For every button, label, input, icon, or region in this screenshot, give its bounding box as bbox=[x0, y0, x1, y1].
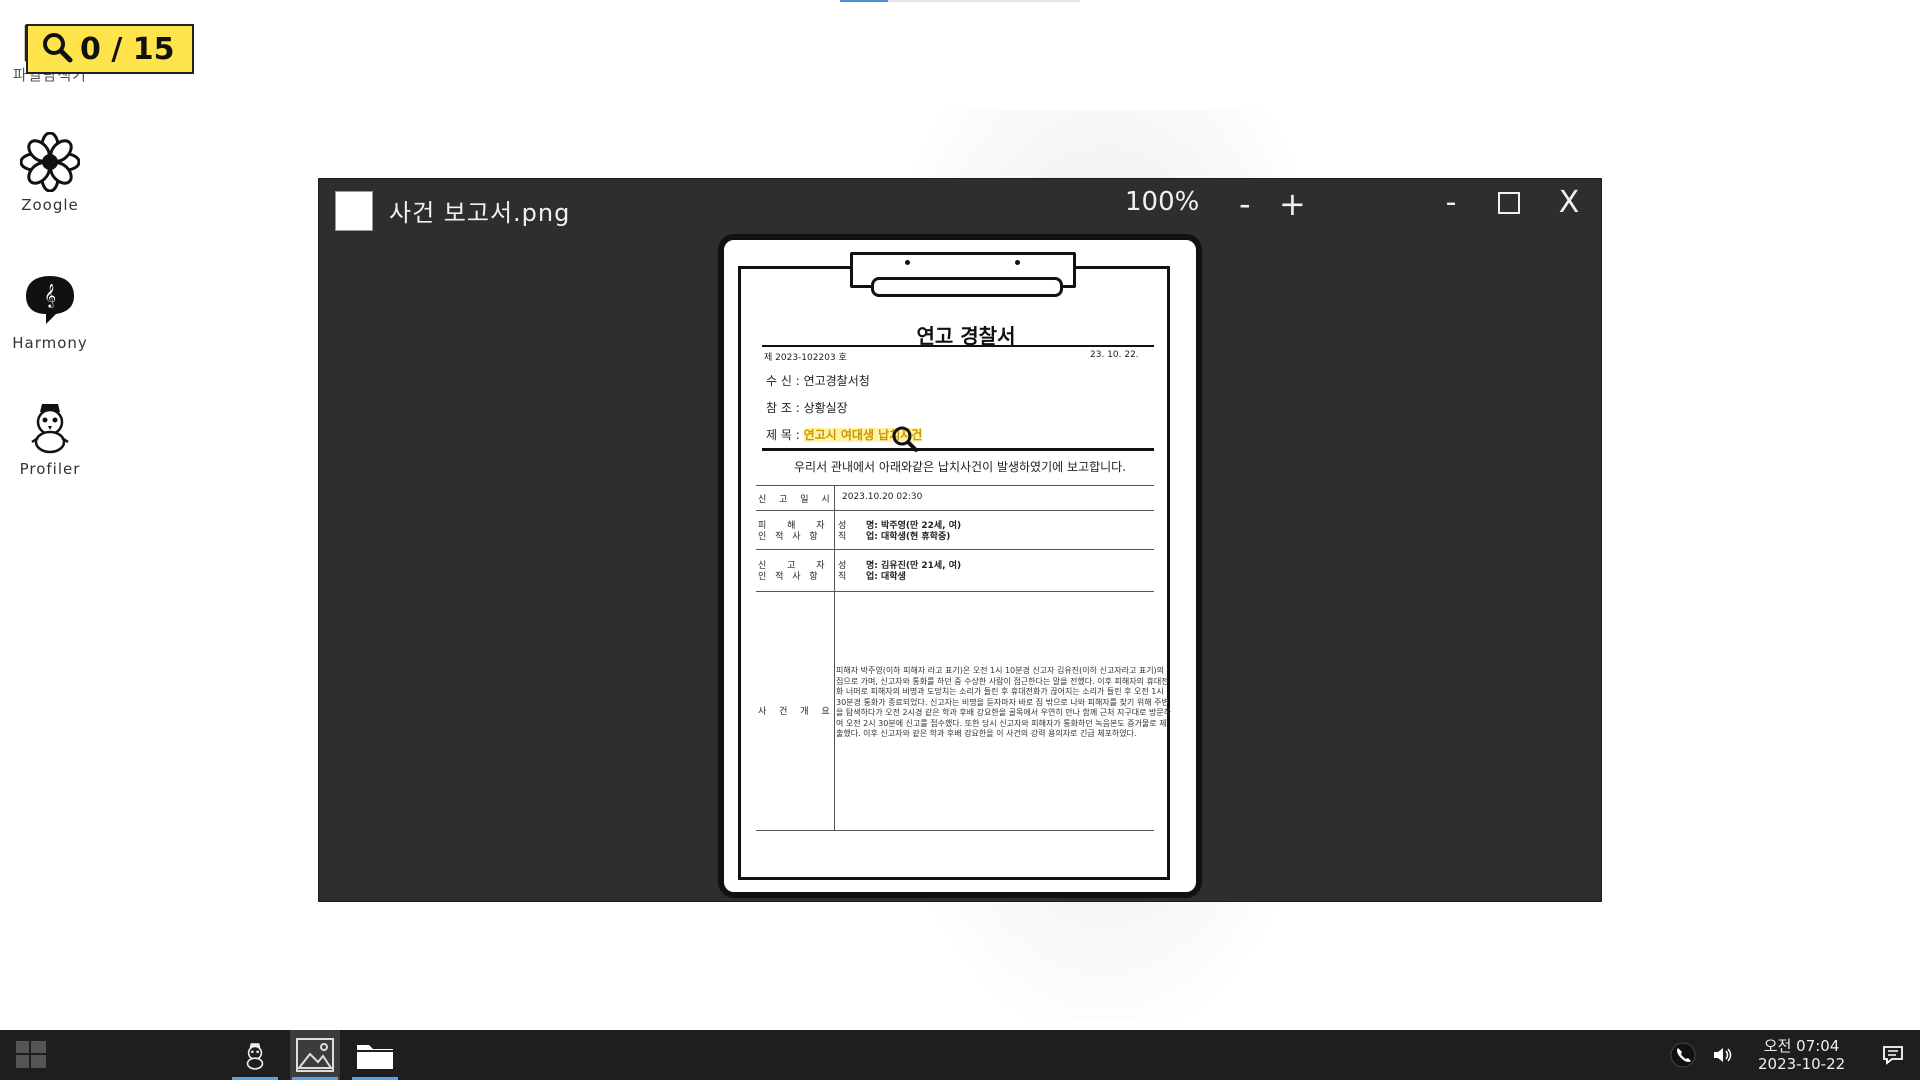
profiler-bird-icon bbox=[20, 396, 80, 456]
clasp-rivet bbox=[1015, 260, 1020, 265]
close-button[interactable]: X bbox=[1549, 183, 1589, 223]
table-border bbox=[756, 591, 1154, 592]
reporter-key: 직 bbox=[838, 572, 847, 582]
taskbar-app-image-viewer[interactable] bbox=[290, 1030, 340, 1080]
table-border bbox=[756, 485, 1154, 486]
clock-time: 오전 07:04 bbox=[1763, 1037, 1840, 1055]
recipient-line: 수 신 : 연고경찰서청 bbox=[766, 374, 870, 388]
taskbar-app-file-explorer[interactable] bbox=[350, 1030, 400, 1080]
summary-text: 피해자 박주영(이하 피해자 라고 표기)은 오전 1시 10분경 신고자 김유… bbox=[836, 666, 1172, 738]
minimize-button[interactable]: - bbox=[1431, 183, 1471, 223]
notification-button[interactable] bbox=[1882, 1030, 1904, 1080]
clock-date: 2023-10-22 bbox=[1758, 1055, 1846, 1073]
table-border bbox=[756, 510, 1154, 511]
notification-icon bbox=[1883, 1046, 1903, 1065]
reference-line: 참 조 : 상황실장 bbox=[766, 401, 848, 415]
document-number: 제 2023-102203 호 bbox=[764, 353, 847, 363]
clipboard-clasp bbox=[850, 252, 1076, 297]
table-border bbox=[756, 830, 1154, 831]
subject-label: 제 목 : bbox=[766, 428, 804, 442]
zoom-out-button[interactable]: - bbox=[1239, 185, 1251, 223]
profiler-bird-icon bbox=[246, 1043, 264, 1070]
harmony-music-icon: 𝄞 bbox=[20, 270, 80, 330]
start-button[interactable] bbox=[6, 1030, 56, 1080]
victim-job: 업: 대학생(현 휴학중) bbox=[866, 532, 951, 542]
desktop-icon-profiler[interactable]: Profiler bbox=[0, 396, 100, 478]
report-time-value: 2023.10.20 02:30 bbox=[842, 492, 923, 502]
title-rule bbox=[762, 345, 1154, 347]
phone-icon bbox=[1670, 1042, 1696, 1068]
viewer-title: 사건 보고서.png bbox=[389, 199, 571, 227]
counter-value: 0 / 15 bbox=[80, 31, 175, 67]
header-rule bbox=[762, 448, 1154, 451]
desktop-icon-harmony[interactable]: 𝄞 Harmony bbox=[0, 270, 100, 352]
document-date: 23. 10. 22. bbox=[1090, 350, 1139, 360]
system-clock[interactable]: 오전 07:04 2023-10-22 bbox=[1758, 1037, 1845, 1073]
desktop-icon-label: Harmony bbox=[12, 334, 88, 352]
intro-line: 우리서 관내에서 아래와같은 납치사건이 발생하였기에 보고합니다. bbox=[794, 460, 1127, 474]
clasp-rivet bbox=[905, 260, 910, 265]
folder-icon bbox=[357, 1045, 393, 1069]
taskbar: 오전 07:04 2023-10-22 bbox=[0, 1030, 1920, 1080]
volume-icon bbox=[1714, 1048, 1732, 1062]
zoogle-flower-icon bbox=[19, 131, 81, 193]
table-divider bbox=[834, 485, 835, 830]
victim-key: 직 bbox=[838, 532, 847, 542]
svg-text:𝄞: 𝄞 bbox=[44, 283, 56, 308]
zoom-in-button[interactable]: + bbox=[1279, 185, 1306, 223]
reporter-label: 인 적 사 항 bbox=[758, 572, 821, 582]
found-counter-badge: 0 / 15 bbox=[26, 24, 194, 74]
maximize-icon bbox=[1498, 192, 1520, 214]
volume-button[interactable] bbox=[1712, 1030, 1734, 1080]
top-strip-accent bbox=[840, 0, 888, 2]
desktop-icon-label: Zoogle bbox=[21, 196, 79, 214]
desktop-icon-zoogle[interactable]: Zoogle bbox=[0, 131, 100, 214]
zoom-level: 100% bbox=[1125, 187, 1200, 217]
magnifier-icon bbox=[40, 30, 74, 68]
summary-label: 사 건 개 요 bbox=[758, 707, 835, 717]
image-thumbnail-icon bbox=[335, 191, 373, 231]
viewer-titlebar[interactable]: 사건 보고서.png 100% - + - X bbox=[319, 179, 1601, 235]
windows-start-icon bbox=[16, 1041, 46, 1068]
cursor-magnifier-icon bbox=[890, 424, 920, 458]
taskbar-app-profiler[interactable] bbox=[230, 1030, 280, 1080]
image-viewer-icon bbox=[296, 1038, 334, 1072]
reporter-job: 업: 대학생 bbox=[866, 572, 906, 582]
phone-button[interactable] bbox=[1670, 1030, 1696, 1080]
table-border bbox=[756, 549, 1154, 550]
victim-label: 인 적 사 항 bbox=[758, 532, 821, 542]
report-time-label: 신 고 일 시 bbox=[758, 495, 835, 505]
desktop-icon-label: Profiler bbox=[19, 460, 81, 478]
maximize-button[interactable] bbox=[1489, 183, 1529, 223]
